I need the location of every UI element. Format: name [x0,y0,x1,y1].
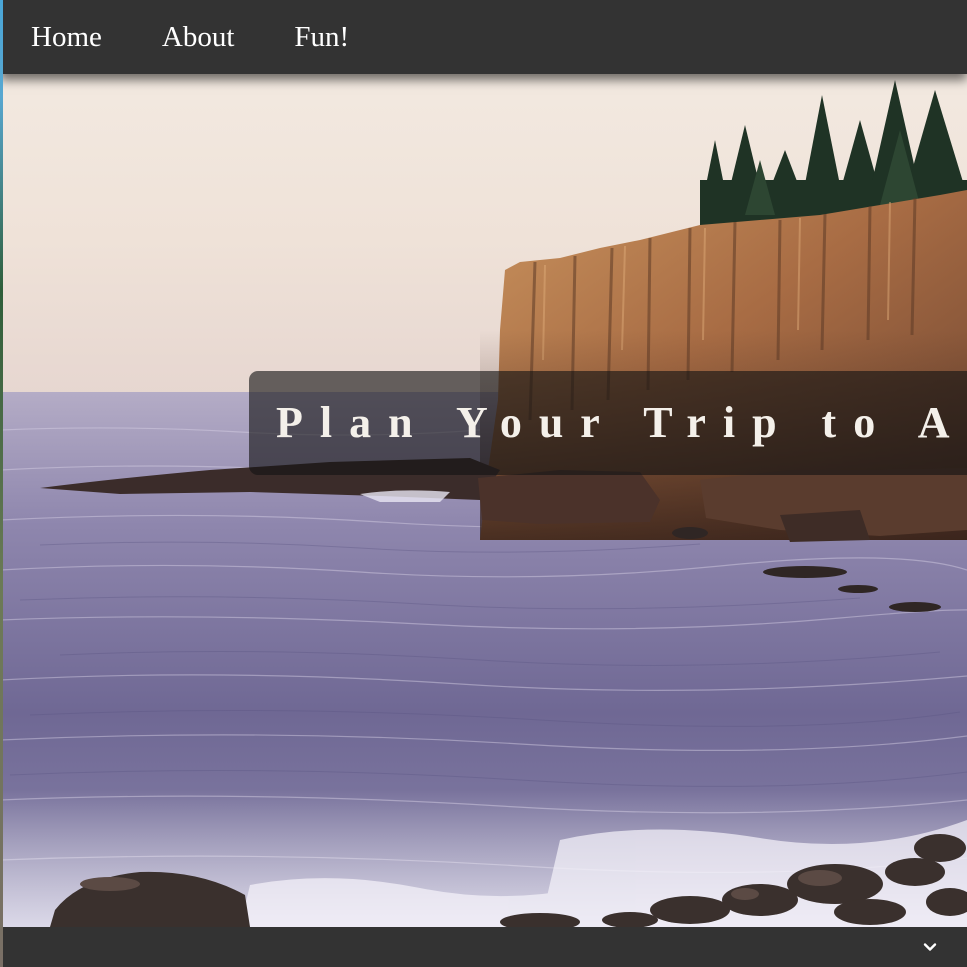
nav-link-fun[interactable]: Fun! [294,22,349,52]
bottom-bar [0,927,967,967]
top-navbar: Home About Fun! [0,0,967,74]
nav-link-home[interactable]: Home [31,22,102,52]
page: Home About Fun! Plan Your Trip to Arc [0,0,967,967]
chevron-down-icon[interactable] [921,938,939,956]
hero-title: Plan Your Trip to Arc [276,398,967,447]
nav-link-about[interactable]: About [162,22,235,52]
left-edge-strip [0,0,3,967]
hero-banner: Plan Your Trip to Arc [249,371,967,475]
